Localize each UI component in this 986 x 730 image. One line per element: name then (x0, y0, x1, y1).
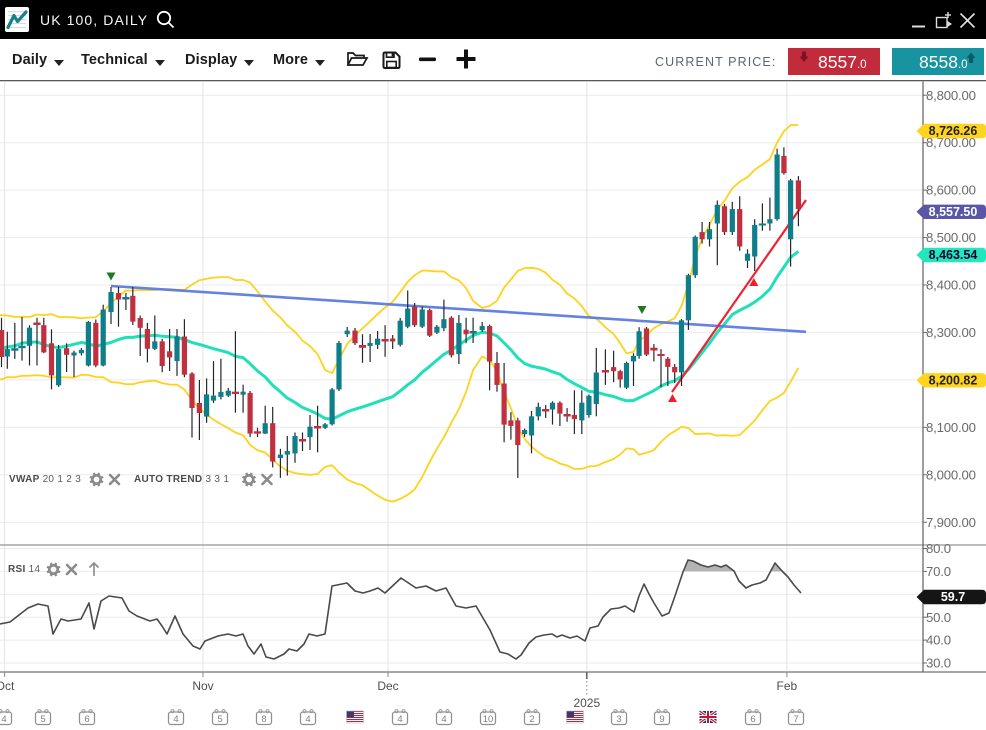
svg-text:4: 4 (1, 714, 6, 725)
svg-text:8,557.50: 8,557.50 (929, 205, 978, 219)
svg-text:8,600.00: 8,600.00 (926, 183, 976, 198)
svg-text:9: 9 (659, 714, 664, 725)
svg-text:8,200.82: 8,200.82 (929, 374, 978, 388)
svg-text:8,400.00: 8,400.00 (926, 278, 976, 293)
svg-text:5: 5 (217, 714, 222, 725)
svg-text:8,000.00: 8,000.00 (926, 467, 976, 482)
svg-text:Oct: Oct (0, 679, 15, 693)
svg-text:80.0: 80.0 (926, 541, 951, 556)
svg-text:2025: 2025 (573, 696, 600, 710)
svg-text:2: 2 (529, 714, 534, 725)
svg-text:6: 6 (750, 714, 755, 725)
svg-text:8,300.00: 8,300.00 (926, 325, 976, 340)
svg-text:30.0: 30.0 (926, 656, 951, 671)
svg-text:4: 4 (305, 714, 310, 725)
svg-text:5: 5 (40, 714, 45, 725)
svg-text:8,463.54: 8,463.54 (929, 248, 978, 262)
svg-text:7,900.00: 7,900.00 (926, 515, 976, 530)
svg-text:4: 4 (173, 714, 178, 725)
svg-text:50.0: 50.0 (926, 610, 951, 625)
svg-text:4: 4 (397, 714, 402, 725)
svg-text:8,726.26: 8,726.26 (929, 124, 978, 138)
svg-text:6: 6 (84, 714, 89, 725)
svg-text:59.7: 59.7 (941, 590, 965, 604)
svg-text:4: 4 (441, 714, 446, 725)
svg-text:8: 8 (261, 714, 266, 725)
svg-text:7: 7 (793, 714, 798, 725)
svg-text:8,500.00: 8,500.00 (926, 230, 976, 245)
svg-text:70.0: 70.0 (926, 564, 951, 579)
svg-text:Feb: Feb (777, 679, 798, 693)
svg-text:40.0: 40.0 (926, 633, 951, 648)
svg-text:3: 3 (616, 714, 621, 725)
svg-text:Nov: Nov (192, 679, 213, 693)
svg-text:10: 10 (483, 714, 494, 725)
svg-text:Dec: Dec (377, 679, 398, 693)
svg-text:8,100.00: 8,100.00 (926, 420, 976, 435)
svg-text:8,800.00: 8,800.00 (926, 88, 976, 103)
